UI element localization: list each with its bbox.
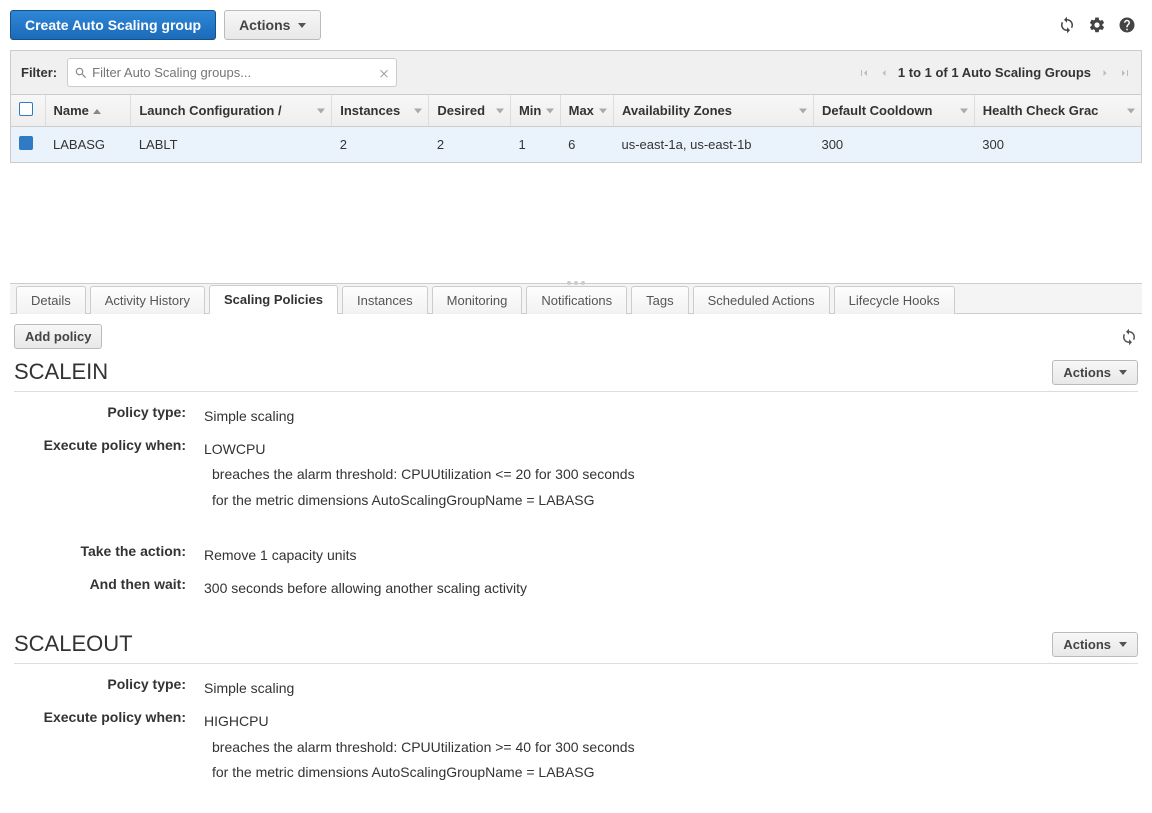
tab-instances[interactable]: Instances bbox=[342, 286, 428, 314]
page-prev-icon[interactable] bbox=[878, 67, 890, 79]
top-toolbar: Create Auto Scaling group Actions bbox=[10, 10, 1142, 40]
page-last-icon[interactable] bbox=[1119, 67, 1131, 79]
col-cooldown[interactable]: Default Cooldown bbox=[813, 95, 974, 127]
col-name[interactable]: Name bbox=[45, 95, 131, 127]
actions-button[interactable]: Actions bbox=[224, 10, 321, 40]
policy-actions-label: Actions bbox=[1063, 637, 1111, 652]
cell-az: us-east-1a, us-east-1b bbox=[613, 127, 813, 163]
value-execute-when: HIGHCPU breaches the alarm threshold: CP… bbox=[204, 709, 1138, 785]
add-policy-label: Add policy bbox=[25, 329, 91, 344]
filter-bar: Filter: 1 to 1 of 1 Auto Scaling Groups bbox=[10, 50, 1142, 95]
cell-min: 1 bbox=[510, 127, 560, 163]
label-take-action: Take the action: bbox=[14, 543, 204, 559]
col-launch-config[interactable]: Launch Configuration / bbox=[131, 95, 332, 127]
cell-name: LABASG bbox=[45, 127, 131, 163]
filter-label: Filter: bbox=[21, 65, 57, 80]
alarm-dimensions: for the metric dimensions AutoScalingGro… bbox=[204, 488, 1138, 513]
tab-notifications[interactable]: Notifications bbox=[526, 286, 627, 314]
search-box bbox=[67, 58, 397, 87]
pagination: 1 to 1 of 1 Auto Scaling Groups bbox=[858, 65, 1131, 80]
chevron-down-icon bbox=[298, 23, 306, 28]
chevron-down-icon bbox=[599, 108, 607, 113]
add-policy-button[interactable]: Add policy bbox=[14, 324, 102, 349]
value-and-wait: 300 seconds before allowing another scal… bbox=[204, 576, 1138, 601]
help-icon[interactable] bbox=[1118, 16, 1136, 34]
cell-max: 6 bbox=[560, 127, 613, 163]
chevron-down-icon bbox=[317, 108, 325, 113]
refresh-policies-icon[interactable] bbox=[1120, 328, 1138, 346]
col-min[interactable]: Min bbox=[510, 95, 560, 127]
col-instances[interactable]: Instances bbox=[332, 95, 429, 127]
policy-scaleout: SCALEOUT Actions Policy type: Simple sca… bbox=[14, 631, 1138, 785]
label-execute-when: Execute policy when: bbox=[14, 709, 204, 725]
label-policy-type: Policy type: bbox=[14, 404, 204, 420]
tab-activity-history[interactable]: Activity History bbox=[90, 286, 205, 314]
policy-title: SCALEOUT bbox=[14, 631, 133, 657]
filter-input[interactable] bbox=[88, 62, 378, 83]
col-health[interactable]: Health Check Grac bbox=[974, 95, 1141, 127]
pagination-text: 1 to 1 of 1 Auto Scaling Groups bbox=[898, 65, 1091, 80]
asg-table: Name Launch Configuration / Instances De… bbox=[10, 95, 1142, 163]
tab-tags[interactable]: Tags bbox=[631, 286, 688, 314]
search-icon bbox=[74, 66, 88, 80]
create-asg-button[interactable]: Create Auto Scaling group bbox=[10, 10, 216, 40]
alarm-name: HIGHCPU bbox=[204, 709, 1138, 734]
tab-scaling-policies[interactable]: Scaling Policies bbox=[209, 285, 338, 314]
alarm-name: LOWCPU bbox=[204, 437, 1138, 462]
value-policy-type: Simple scaling bbox=[204, 404, 1138, 429]
alarm-breach: breaches the alarm threshold: CPUUtiliza… bbox=[204, 735, 1138, 760]
tab-lifecycle-hooks[interactable]: Lifecycle Hooks bbox=[834, 286, 955, 314]
table-header-row: Name Launch Configuration / Instances De… bbox=[11, 95, 1141, 127]
gear-icon[interactable] bbox=[1088, 16, 1106, 34]
col-desired[interactable]: Desired bbox=[429, 95, 511, 127]
label-and-wait: And then wait: bbox=[14, 576, 204, 592]
actions-label: Actions bbox=[239, 17, 290, 33]
policy-actions-label: Actions bbox=[1063, 365, 1111, 380]
policy-actions-button[interactable]: Actions bbox=[1052, 360, 1138, 385]
clear-filter-icon[interactable] bbox=[378, 67, 390, 79]
select-all-checkbox[interactable] bbox=[19, 102, 33, 116]
policy-scalein: SCALEIN Actions Policy type: Simple scal… bbox=[14, 359, 1138, 601]
cell-launch-config: LABLT bbox=[131, 127, 332, 163]
cell-health: 300 bbox=[974, 127, 1141, 163]
cell-cooldown: 300 bbox=[813, 127, 974, 163]
chevron-down-icon bbox=[546, 108, 554, 113]
policy-actions-button[interactable]: Actions bbox=[1052, 632, 1138, 657]
tab-details[interactable]: Details bbox=[16, 286, 86, 314]
tab-scheduled-actions[interactable]: Scheduled Actions bbox=[693, 286, 830, 314]
refresh-icon[interactable] bbox=[1058, 16, 1076, 34]
cell-desired: 2 bbox=[429, 127, 511, 163]
page-next-icon[interactable] bbox=[1099, 67, 1111, 79]
page-first-icon[interactable] bbox=[858, 67, 870, 79]
label-execute-when: Execute policy when: bbox=[14, 437, 204, 453]
create-asg-label: Create Auto Scaling group bbox=[25, 17, 201, 33]
table-row[interactable]: LABASG LABLT 2 2 1 6 us-east-1a, us-east… bbox=[11, 127, 1141, 163]
chevron-down-icon bbox=[496, 108, 504, 113]
chevron-down-icon bbox=[1119, 370, 1127, 375]
detail-tabs: Details Activity History Scaling Policie… bbox=[10, 283, 1142, 314]
value-execute-when: LOWCPU breaches the alarm threshold: CPU… bbox=[204, 437, 1138, 513]
policy-title: SCALEIN bbox=[14, 359, 108, 385]
cell-instances: 2 bbox=[332, 127, 429, 163]
row-checkbox[interactable] bbox=[19, 136, 33, 150]
col-max[interactable]: Max bbox=[560, 95, 613, 127]
col-az[interactable]: Availability Zones bbox=[613, 95, 813, 127]
scaling-policies-panel: Add policy SCALEIN Actions Policy type: … bbox=[10, 314, 1142, 803]
alarm-dimensions: for the metric dimensions AutoScalingGro… bbox=[204, 760, 1138, 785]
label-policy-type: Policy type: bbox=[14, 676, 204, 692]
value-policy-type: Simple scaling bbox=[204, 676, 1138, 701]
chevron-down-icon bbox=[1127, 108, 1135, 113]
chevron-down-icon bbox=[960, 108, 968, 113]
chevron-down-icon bbox=[414, 108, 422, 113]
drag-handle-icon[interactable] bbox=[567, 281, 585, 285]
alarm-breach: breaches the alarm threshold: CPUUtiliza… bbox=[204, 462, 1138, 487]
sort-asc-icon bbox=[93, 109, 101, 114]
tab-monitoring[interactable]: Monitoring bbox=[432, 286, 523, 314]
chevron-down-icon bbox=[1119, 642, 1127, 647]
chevron-down-icon bbox=[799, 108, 807, 113]
value-take-action: Remove 1 capacity units bbox=[204, 543, 1138, 568]
